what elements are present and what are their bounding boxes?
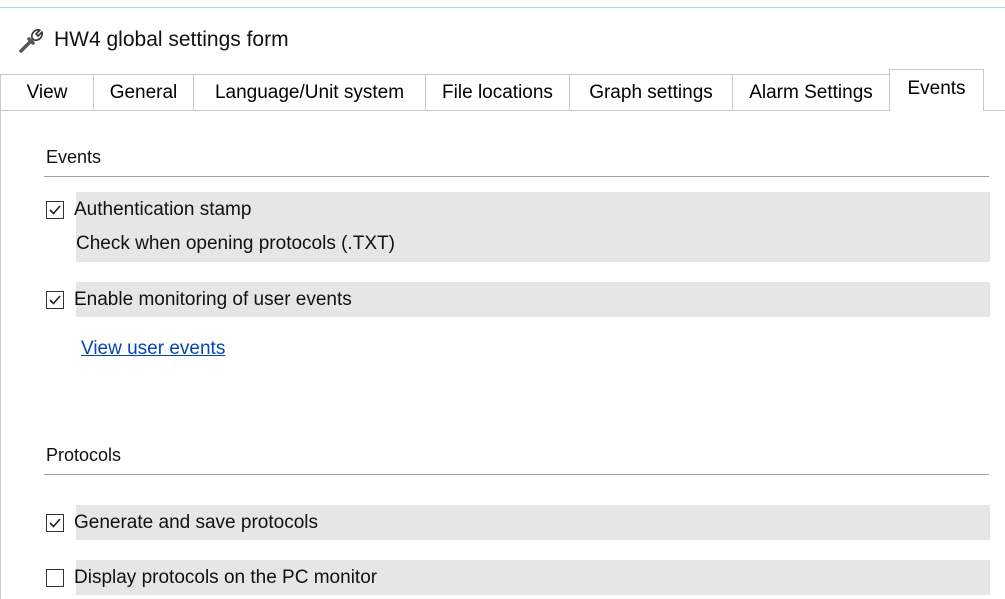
generate-protocols-label: Generate and save protocols <box>74 511 318 533</box>
tab-general[interactable]: General <box>94 74 194 110</box>
tab-events[interactable]: Events <box>889 69 984 111</box>
authentication-stamp-description: Check when opening protocols (.TXT) <box>76 233 395 254</box>
section-title-protocols: Protocols <box>46 445 122 465</box>
tab-label: File locations <box>442 81 553 103</box>
tab-label: Graph settings <box>589 81 713 103</box>
tab-alarm-settings[interactable]: Alarm Settings <box>733 74 890 110</box>
option-display-protocols: Display protocols on the PC monitor <box>40 560 990 595</box>
tab-label: Events <box>907 78 966 99</box>
view-user-events-link[interactable]: View user events <box>81 338 225 360</box>
tab-label: Language/Unit system <box>214 81 405 103</box>
authentication-stamp-label: Authentication stamp <box>74 198 252 220</box>
display-protocols-checkbox[interactable] <box>46 568 64 587</box>
section-divider <box>44 176 989 177</box>
tab-panel-left-border <box>0 110 1 599</box>
display-protocols-label: Display protocols on the PC monitor <box>74 566 378 588</box>
tab-label: General <box>109 81 178 103</box>
checkmark-icon <box>49 294 61 305</box>
tab-graph-settings[interactable]: Graph settings <box>570 74 733 110</box>
section-title-events: Events <box>46 147 102 167</box>
enable-monitoring-label: Enable monitoring of user events <box>74 288 352 310</box>
window-title: HW4 global settings form <box>54 28 289 51</box>
generate-protocols-checkbox[interactable] <box>46 513 64 532</box>
tab-panel-border <box>0 110 1005 111</box>
checkmark-icon <box>49 517 61 528</box>
option-generate-protocols: Generate and save protocols <box>40 505 990 540</box>
wrench-icon <box>19 29 43 53</box>
option-authentication-stamp: Authentication stamp Check when opening … <box>40 192 990 262</box>
section-divider <box>44 474 989 475</box>
title-bar: HW4 global settings form <box>18 24 289 56</box>
tab-view[interactable]: View <box>0 74 94 110</box>
window-top-border <box>0 7 1005 8</box>
tab-file-locations[interactable]: File locations <box>426 74 570 110</box>
option-enable-monitoring: Enable monitoring of user events <box>40 282 990 317</box>
tab-strip: View General Language/Unit system File l… <box>0 69 1005 111</box>
authentication-stamp-checkbox[interactable] <box>46 200 64 219</box>
tab-label: Alarm Settings <box>749 81 873 103</box>
checkmark-icon <box>49 204 61 215</box>
enable-monitoring-checkbox[interactable] <box>46 290 64 309</box>
tab-label: View <box>26 81 68 103</box>
tab-language-unit-system[interactable]: Language/Unit system <box>194 74 426 110</box>
